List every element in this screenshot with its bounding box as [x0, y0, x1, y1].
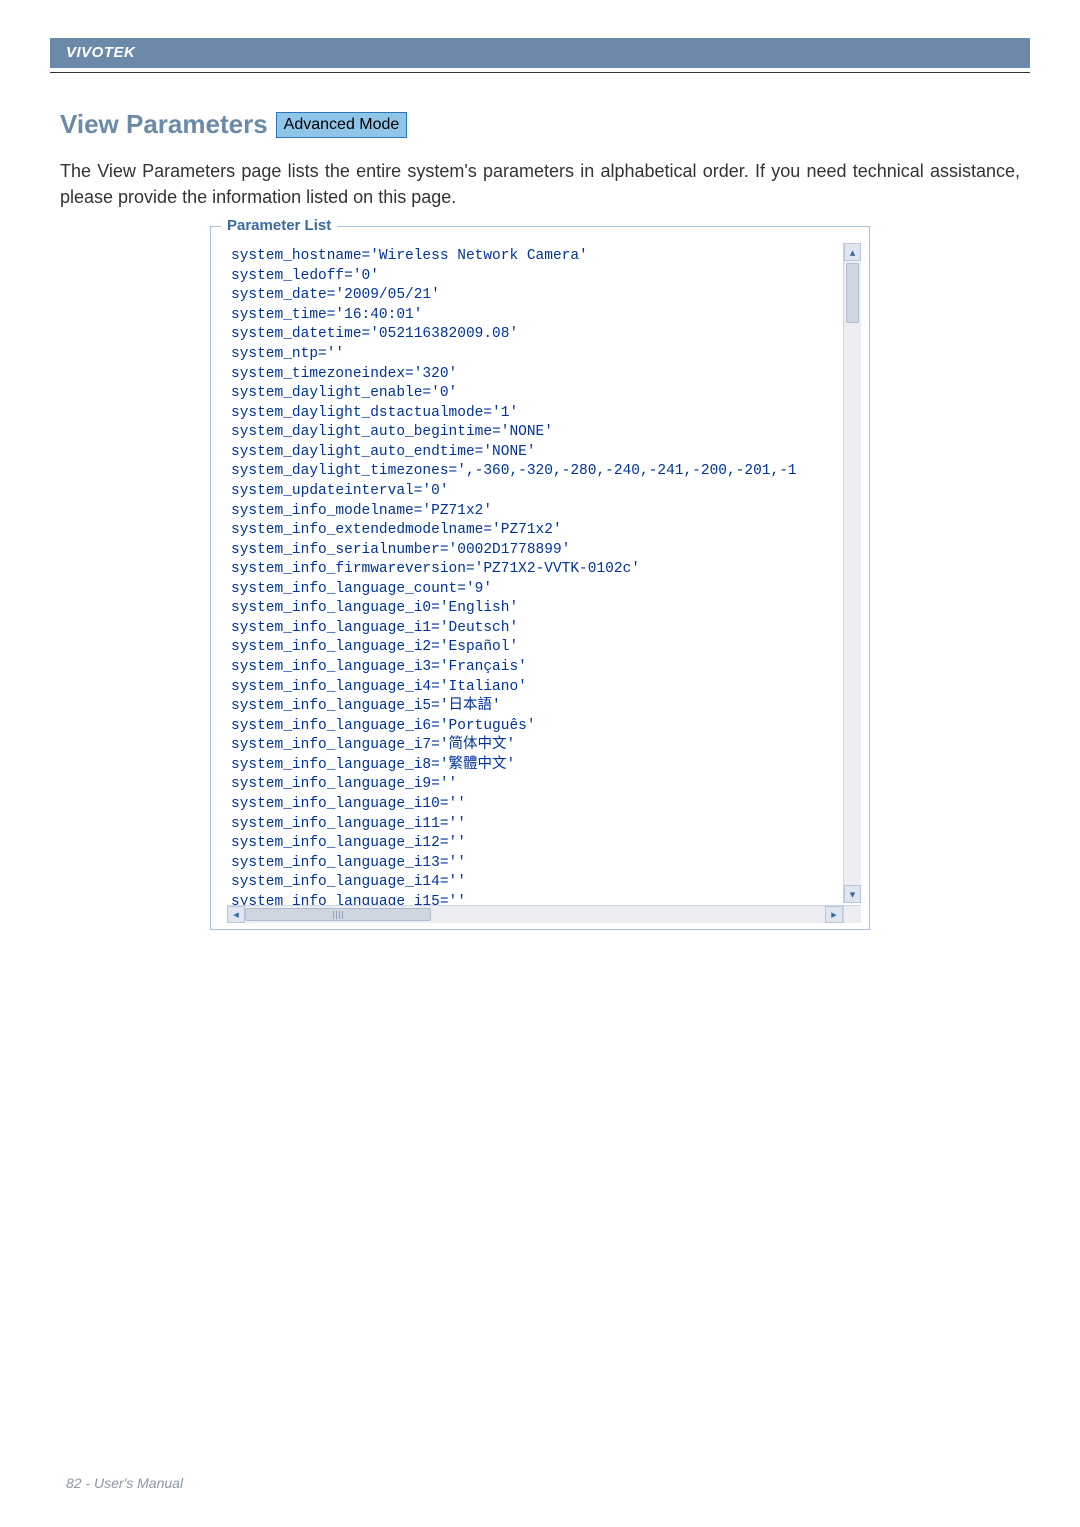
title-row: View Parameters Advanced Mode — [60, 109, 1020, 140]
fieldset-legend: Parameter List — [221, 217, 337, 234]
page-title: View Parameters — [60, 109, 268, 140]
vertical-scrollbar[interactable]: ▴ ▾ — [843, 243, 861, 903]
scroll-grip-icon — [333, 911, 343, 919]
horizontal-scrollbar[interactable]: ◂ ▸ — [227, 905, 843, 923]
page-footer: 82 - User's Manual — [0, 1475, 1080, 1491]
parameter-list-fieldset: Parameter List system_hostname='Wireless… — [210, 226, 870, 930]
brand-text: VIVOTEK — [66, 44, 135, 61]
advanced-mode-badge: Advanced Mode — [276, 112, 408, 138]
scroll-right-arrow-icon[interactable]: ▸ — [825, 906, 843, 923]
parameter-textarea[interactable]: system_hostname='Wireless Network Camera… — [227, 243, 861, 923]
scroll-up-arrow-icon[interactable]: ▴ — [844, 243, 861, 261]
header-rule — [50, 72, 1030, 73]
horizontal-scroll-thumb[interactable] — [245, 908, 431, 921]
header-band: VIVOTEK — [50, 38, 1030, 68]
horizontal-scroll-track[interactable] — [245, 908, 825, 921]
vertical-scroll-thumb[interactable] — [846, 263, 859, 323]
parameter-text-content: system_hostname='Wireless Network Camera… — [227, 243, 861, 923]
footer-text: 82 - User's Manual — [66, 1475, 183, 1491]
scroll-left-arrow-icon[interactable]: ◂ — [227, 906, 245, 923]
scrollbar-corner — [843, 905, 861, 923]
intro-text: The View Parameters page lists the entir… — [60, 158, 1020, 210]
scroll-down-arrow-icon[interactable]: ▾ — [844, 885, 861, 903]
